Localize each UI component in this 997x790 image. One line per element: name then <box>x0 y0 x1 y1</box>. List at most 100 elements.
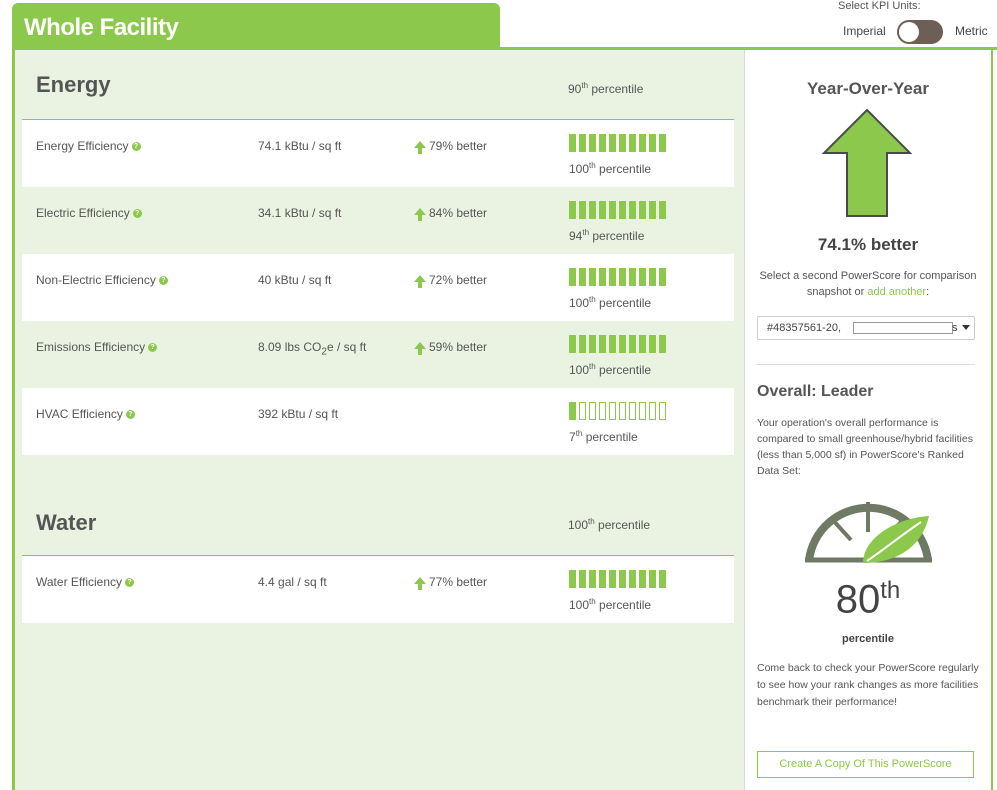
toggle-knob <box>899 22 919 42</box>
percentile-bar-segment <box>619 570 626 588</box>
percentile-bar-segment <box>639 134 646 152</box>
help-icon[interactable]: ? <box>148 343 158 353</box>
kpi-name: Emissions Efficiency? <box>36 340 158 354</box>
kpi-value: 34.1 kBtu / sq ft <box>258 206 342 220</box>
percentile-bar-segment <box>579 201 586 219</box>
selected-powerscore-tail: s <box>952 322 958 334</box>
percentile-bar-segment <box>569 134 576 152</box>
percentile-bar-segment <box>649 570 656 588</box>
percentile-bar-segment <box>609 402 616 420</box>
percentile-bar-segment <box>599 268 606 286</box>
percentile-bar-segment <box>609 335 616 353</box>
metric-label[interactable]: Metric <box>955 24 988 38</box>
help-icon[interactable]: ? <box>125 410 135 420</box>
whole-facility-tab: Whole Facility <box>12 3 500 48</box>
percentile-bar-segment <box>659 335 666 353</box>
kpi-percentile: 94th percentile <box>569 228 645 243</box>
percentile-bar-segment <box>609 134 616 152</box>
percentile-bar-segment <box>659 402 666 420</box>
kpi-value: 392 kBtu / sq ft <box>258 407 339 421</box>
kpi-percentile: 100th percentile <box>569 161 652 176</box>
arrow-up-icon <box>414 208 426 215</box>
kpi-value: 40 kBtu / sq ft <box>258 273 332 287</box>
percentile-bar-segment <box>609 201 616 219</box>
come-back-text: Come back to check your PowerScore regul… <box>757 662 979 708</box>
water-section-percentile: 100th percentile <box>568 517 651 532</box>
help-icon[interactable]: ? <box>131 142 141 152</box>
percentile-bar-segment <box>579 570 586 588</box>
percentile-bar-segment <box>629 201 636 219</box>
page-title: Whole Facility <box>24 14 179 41</box>
kpi-row: Emissions Efficiency? 8.09 lbs CO2e / sq … <box>22 321 734 388</box>
percentile-bar-segment <box>649 335 656 353</box>
percentile-bar-segment <box>649 134 656 152</box>
percentile-bar-segment <box>599 335 606 353</box>
kpi-row: Electric Efficiency? 34.1 kBtu / sq ft 84%… <box>22 187 734 254</box>
percentile-bars <box>569 570 666 588</box>
kpi-row: Energy Efficiency? 74.1 kBtu / sq ft 79% b… <box>22 120 734 187</box>
yoy-value: 74.1% better <box>817 235 919 254</box>
help-icon[interactable]: ? <box>158 276 168 286</box>
help-icon[interactable]: ? <box>125 578 135 588</box>
percentile-bar-segment <box>599 570 606 588</box>
percentile-bars <box>569 335 666 353</box>
rank-percentile-label: percentile <box>842 633 894 645</box>
kpi-name: Non-Electric Efficiency? <box>36 273 168 287</box>
kpi-row: Non-Electric Efficiency? 40 kBtu / sq ft 7… <box>22 254 734 321</box>
percentile-bar-segment <box>569 201 576 219</box>
percentile-bar-segment <box>629 402 636 420</box>
percentile-bar-segment <box>579 268 586 286</box>
percentile-bar-segment <box>589 402 596 420</box>
percentile-bar-segment <box>619 402 626 420</box>
powerscore-select[interactable]: #48357561-20, s <box>757 316 975 340</box>
kpi-value: 74.1 kBtu / sq ft <box>258 139 342 153</box>
percentile-bar-segment <box>599 134 606 152</box>
big-up-arrow-icon <box>822 108 912 217</box>
kpi-name: HVAC Efficiency? <box>36 407 135 421</box>
arrow-up-icon <box>414 342 426 349</box>
kpi-improvement: 84% better <box>414 206 487 221</box>
add-another-link[interactable]: add another <box>867 286 926 298</box>
percentile-bars <box>569 402 666 420</box>
arrow-up-icon <box>414 275 426 282</box>
sidebar-panel: Year-Over-Year 74.1% better Select a sec… <box>744 50 991 790</box>
imperial-label[interactable]: Imperial <box>843 24 886 38</box>
kpi-name: Electric Efficiency? <box>36 206 142 220</box>
kpi-value: 4.4 gal / sq ft <box>258 575 327 589</box>
kpi-improvement: 79% better <box>414 139 487 154</box>
kpi-improvement: 72% better <box>414 273 487 288</box>
arrow-up-icon <box>414 141 426 148</box>
kpi-row: Water Efficiency? 4.4 gal / sq ft 77% bett… <box>22 556 734 623</box>
units-toggle[interactable] <box>897 20 943 44</box>
kpi-name: Energy Efficiency? <box>36 139 141 153</box>
percentile-bar-segment <box>589 570 596 588</box>
percentile-bar-segment <box>649 402 656 420</box>
percentile-bar-segment <box>599 402 606 420</box>
kpi-units-label: Select KPI Units: <box>838 0 921 12</box>
percentile-bar-segment <box>619 268 626 286</box>
percentile-bar-segment <box>589 268 596 286</box>
redacted-box <box>853 322 953 334</box>
percentile-bar-segment <box>629 335 636 353</box>
energy-section-percentile: 90th percentile <box>568 81 644 96</box>
percentile-bar-segment <box>639 201 646 219</box>
percentile-bar-segment <box>609 268 616 286</box>
overall-title: Overall: Leader <box>757 383 874 400</box>
compare-instructions: Select a second PowerScore for compariso… <box>759 270 977 298</box>
kpi-name: Water Efficiency? <box>36 575 135 589</box>
help-icon[interactable]: ? <box>132 209 142 219</box>
percentile-bar-segment <box>659 201 666 219</box>
water-section-title: Water <box>36 510 97 535</box>
percentile-bar-segment <box>609 570 616 588</box>
percentile-bar-segment <box>629 268 636 286</box>
kpi-percentile: 100th percentile <box>569 597 652 612</box>
arrow-up-icon <box>414 577 426 584</box>
percentile-bars <box>569 268 666 286</box>
percentile-bar-segment <box>579 134 586 152</box>
percentile-bar-segment <box>589 335 596 353</box>
create-copy-button[interactable]: Create A Copy Of This PowerScore <box>757 751 974 778</box>
leaf-gauge-icon <box>805 502 932 563</box>
kpi-value: 8.09 lbs CO2e / sq ft <box>258 340 367 358</box>
percentile-bar-segment <box>659 268 666 286</box>
percentile-bar-segment <box>639 402 646 420</box>
